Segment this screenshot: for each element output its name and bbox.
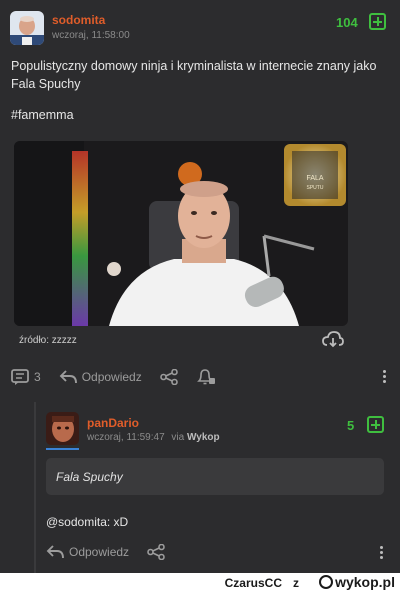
post-actions: 3 Odpowiedz bbox=[11, 368, 216, 386]
post-body: Populistyczny domowy ninja i kryminalist… bbox=[11, 57, 391, 93]
avatar[interactable] bbox=[10, 11, 44, 45]
wykop-logo: wykop.pl bbox=[319, 574, 395, 590]
post-image[interactable]: FALA SPUTU bbox=[14, 141, 348, 326]
post-body-line: Fala Spuchy bbox=[11, 77, 81, 91]
comment-author[interactable]: panDario bbox=[87, 416, 139, 430]
watermark-bar: CzarusCC z wykop.pl bbox=[0, 573, 400, 593]
via-prefix: via bbox=[171, 432, 185, 443]
avatar[interactable] bbox=[46, 412, 79, 445]
comment-actions: Odpowiedz bbox=[46, 544, 165, 560]
wykop-logo-text: wykop.pl bbox=[335, 574, 395, 590]
share-icon bbox=[159, 369, 178, 385]
post-vote-count: 104 bbox=[336, 15, 358, 30]
image-source: źródło: zzzzz bbox=[19, 335, 77, 346]
wykop-logo-icon bbox=[319, 575, 334, 589]
watermark-z: z bbox=[293, 576, 299, 590]
post-body-line: Populistyczny domowy ninja i kryminalist… bbox=[11, 59, 377, 73]
share-button[interactable] bbox=[159, 369, 178, 385]
download-cloud-icon[interactable] bbox=[322, 331, 344, 349]
notify-button[interactable] bbox=[196, 368, 216, 386]
sign-text-line: SPUTU bbox=[307, 185, 324, 191]
avatar-status-bar bbox=[46, 448, 79, 450]
comment-meta: wczoraj, 11:59:47 via Wykop bbox=[87, 432, 220, 443]
comment-icon bbox=[11, 368, 29, 385]
reply-button[interactable]: Odpowiedz bbox=[46, 544, 129, 560]
comment-card: panDario wczoraj, 11:59:47 via Wykop 5 F… bbox=[34, 402, 400, 574]
reply-label: Odpowiedz bbox=[69, 545, 130, 559]
post-timestamp[interactable]: wczoraj, 11:58:00 bbox=[52, 30, 130, 41]
post-more-menu-icon[interactable] bbox=[383, 370, 387, 383]
post-card: sodomita wczoraj, 11:58:00 104 Populisty… bbox=[0, 0, 400, 398]
comment-vote-count: 5 bbox=[347, 418, 355, 433]
sign-text-line: FALA bbox=[306, 175, 323, 182]
comment-text: @sodomita: xD bbox=[46, 515, 129, 529]
comment-more-menu-icon[interactable] bbox=[380, 546, 384, 559]
avatar-image bbox=[10, 11, 44, 45]
post-hashtag[interactable]: #famemma bbox=[11, 108, 74, 122]
via-app[interactable]: Wykop bbox=[187, 432, 220, 443]
post-author[interactable]: sodomita bbox=[52, 13, 105, 27]
share-button[interactable] bbox=[147, 544, 165, 560]
reply-arrow-icon bbox=[59, 370, 77, 384]
reply-button[interactable]: Odpowiedz bbox=[59, 369, 142, 385]
upvote-plus-icon[interactable] bbox=[367, 416, 384, 433]
reply-arrow-icon bbox=[46, 545, 64, 559]
comment-count: 3 bbox=[34, 370, 41, 384]
comment-quote: Fala Spuchy bbox=[46, 458, 384, 495]
comment-timestamp[interactable]: wczoraj, 11:59:47 bbox=[87, 432, 165, 443]
video-thumbnail: FALA SPUTU bbox=[14, 141, 348, 326]
upvote-plus-icon[interactable] bbox=[369, 13, 386, 30]
share-icon bbox=[147, 544, 165, 560]
watermark-user: CzarusCC bbox=[224, 576, 282, 590]
reply-label: Odpowiedz bbox=[81, 370, 142, 384]
avatar-image bbox=[46, 412, 79, 445]
comments-button[interactable]: 3 bbox=[11, 368, 41, 386]
bell-lock-icon bbox=[196, 369, 215, 385]
